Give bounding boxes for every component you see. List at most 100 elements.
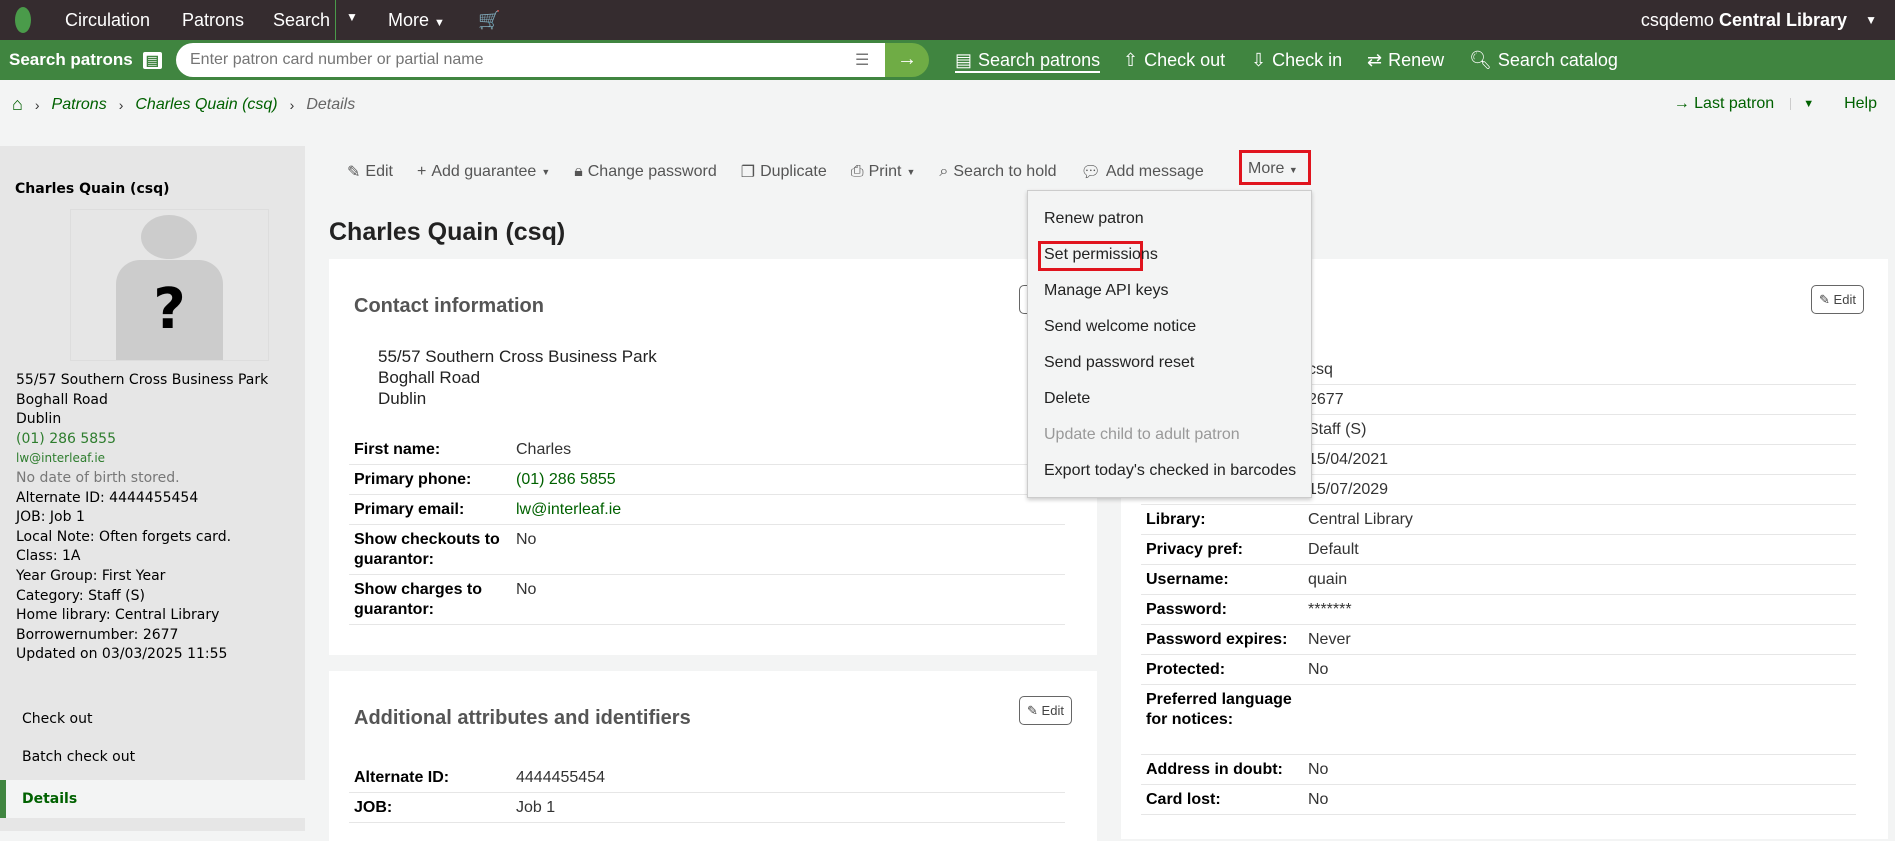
nav-circulation[interactable]: Circulation [65,10,150,31]
field-label: Preferred language for notices: [1146,691,1292,728]
add-guarantee-button[interactable]: + Add guarantee ▼ [417,162,550,182]
plus-icon: + [416,163,427,180]
field-row: Library: Central Library [1141,505,1856,535]
field-label: First name: [354,441,441,458]
sliders-icon[interactable]: ☰ [855,50,869,70]
link-check-out[interactable]: ⇧ Check out [1123,50,1225,71]
last-patron-link[interactable]: → Last patron [1674,95,1775,113]
search-submit-button[interactable]: → [885,43,929,77]
breadcrumb-patron[interactable]: Charles Quain (csq) [135,96,277,114]
field-value: quain [1308,571,1348,588]
sidebar-item-check-out[interactable]: Check out [0,700,305,738]
field-row: Show charges to guarantor: No [349,575,1065,625]
search-caret-icon[interactable]: ▼ [335,0,358,40]
phone-link[interactable]: (01) 286 5855 [16,430,268,450]
print-icon: ⎙ [850,163,864,180]
caret-down-icon: ▼ [434,17,445,29]
field-label: Show checkouts to guarantor: [354,531,500,568]
menu-item-export-today-s-checked-in-barcodes[interactable]: Export today's checked in barcodes [1044,462,1296,480]
search-to-hold-label: Search to hold [953,163,1057,180]
phone-link[interactable]: (01) 286 5855 [516,465,616,494]
field-row: First name: Charles [349,435,1065,465]
link-search-patrons[interactable]: ▤ Search patrons [955,50,1101,73]
breadcrumb-current: Details [306,95,356,113]
menu-item-renew-patron[interactable]: Renew patron [1044,210,1144,228]
edit-library-use-button[interactable]: ✎ Edit [1811,285,1864,314]
field-value: No [516,581,537,598]
caret-down-icon: ▼ [1288,165,1298,175]
search-icon: 🔍︎ [1469,50,1492,70]
search-to-hold-button[interactable]: ⌕ Search to hold [939,162,1056,182]
menu-item-send-welcome-notice[interactable]: Send welcome notice [1044,318,1196,336]
field-value: ******* [1308,601,1352,618]
additional-attributes-card: Additional attributes and identifiers ✎ … [329,671,1097,841]
id-card-icon: ▤ [955,50,973,70]
field-label: Alternate ID: [354,769,450,786]
edit-label: Edit [1041,703,1064,718]
search-type-label[interactable]: Search patrons ▤ [9,50,162,70]
last-patron-label: Last patron [1694,95,1775,112]
last-patron-caret-icon[interactable]: ▼ [1790,98,1814,110]
patron-toolbar: ✎ Edit + Add guarantee ▼ 🔒︎ Change password … [347,162,1204,182]
detail-line: Local Note: Often forgets card. [16,528,232,545]
breadcrumb: ⌂ › Patrons › Charles Quain (csq) › Deta… [12,94,355,115]
email-link[interactable]: lw@interleaf.ie [16,449,268,469]
card-title: Contact information [354,295,544,317]
address-line: 55/57 Southern Cross Business Park [16,372,269,388]
field-row: Privacy pref: Default [1141,535,1856,565]
user-caret-icon[interactable]: ▼ [1865,13,1877,27]
chevron-right-icon: › [34,96,40,113]
menu-item-send-password-reset[interactable]: Send password reset [1044,354,1194,372]
field-row: Card lost: No [1141,785,1856,815]
detail-line: Year Group: First Year [16,567,166,584]
address-line: Boghall Road [378,368,481,387]
search-bar: Search patrons▤ ☰ → ▤Search patrons ⇧Che… [0,40,1895,80]
help-link[interactable]: Help [1844,95,1877,113]
menu-item-manage-api-keys[interactable]: Manage API keys [1044,282,1169,300]
field-row: Username: quain [1141,565,1856,595]
field-value: Charles [516,441,572,458]
edit-attributes-button[interactable]: ✎ Edit [1019,696,1072,725]
duplicate-button[interactable]: ❐ Duplicate [741,162,827,182]
detail-line: Borrowernumber: 2677 [16,626,179,643]
edit-button[interactable]: ✎ Edit [347,162,393,182]
field-row: Password expires: Never [1141,625,1856,655]
nav-more-label: More [388,10,430,30]
print-label: Print [868,163,902,180]
link-search-catalog[interactable]: 🔍︎ Search catalog [1469,50,1618,71]
link-check-in[interactable]: ⇩ Check in [1251,50,1342,71]
field-value: No [1308,661,1329,678]
field-row: JOB: Job 1 [349,793,1065,823]
field-label: Username: [1146,571,1229,588]
edit-label: Edit [365,163,393,180]
change-password-button[interactable]: 🔒︎ Change password [574,162,716,182]
menu-item-delete[interactable]: Delete [1044,390,1090,408]
nav-patrons[interactable]: Patrons [182,10,244,31]
user-menu[interactable]: csqdemo Central Library [1641,10,1847,31]
patron-search-input[interactable] [176,43,888,77]
address-line: Boghall Road [16,391,108,408]
menu-item-set-permissions[interactable]: Set permissions [1044,246,1158,264]
koha-logo-icon[interactable] [12,6,34,34]
more-button[interactable]: More ▼ [1239,150,1311,185]
add-guarantee-label: Add guarantee [431,163,537,180]
nav-more[interactable]: More ▼ [388,10,445,31]
sidebar-item-batch-check-out[interactable]: Batch check out [0,738,305,776]
card-title: Additional attributes and identifiers [354,707,691,729]
field-value: No [516,531,537,548]
nav-search[interactable]: Search [273,10,330,31]
print-button[interactable]: ⎙ Print ▼ [851,162,916,182]
add-message-button[interactable]: 💬︎ Add message [1081,162,1204,182]
more-label: More [1248,160,1285,177]
field-label: Show charges to guarantor: [354,581,483,618]
sidebar-item-details[interactable]: Details [0,780,305,818]
field-value: No [1308,761,1329,778]
link-renew[interactable]: ⇄ Renew [1367,50,1444,71]
detail-line: Updated on 03/03/2025 11:55 [16,646,228,663]
email-link[interactable]: lw@interleaf.ie [516,495,621,524]
home-icon[interactable]: ⌂ [12,94,23,115]
user-library: Central Library [1718,10,1847,30]
cart-icon[interactable]: 🛒 [478,10,500,31]
breadcrumb-patrons[interactable]: Patrons [52,96,107,114]
lock-icon: 🔒︎ [574,163,583,180]
